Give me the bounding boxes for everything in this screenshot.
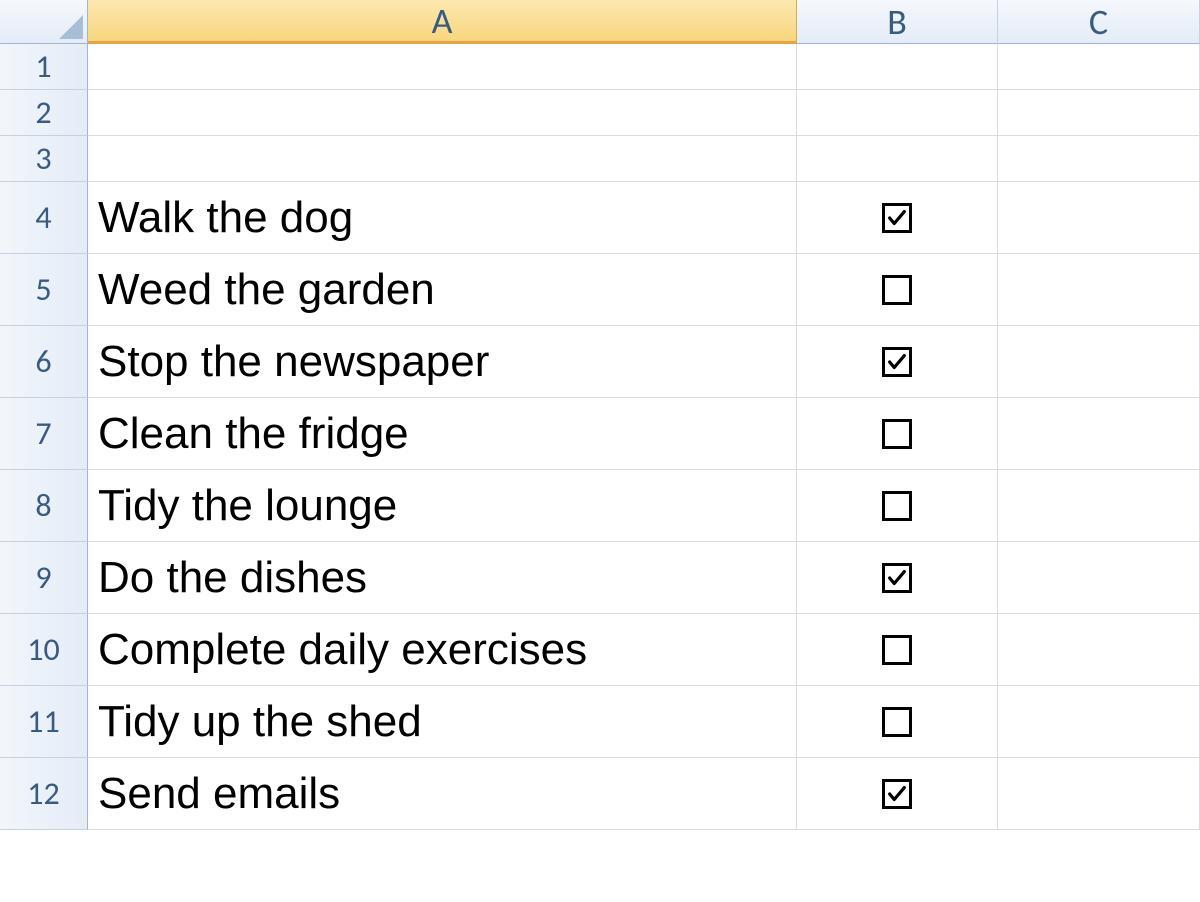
cell-b8[interactable] xyxy=(797,470,998,542)
cell-c8[interactable] xyxy=(998,470,1200,542)
cell-b7[interactable] xyxy=(797,398,998,470)
cell-c4[interactable] xyxy=(998,182,1200,254)
row-header-9[interactable]: 9 xyxy=(0,542,88,614)
cell-a10[interactable]: Complete daily exercises xyxy=(88,614,797,686)
table-row: 2 xyxy=(0,90,1200,136)
checkbox-row-9[interactable] xyxy=(882,563,912,593)
row-header-6[interactable]: 6 xyxy=(0,326,88,398)
row-header-4[interactable]: 4 xyxy=(0,182,88,254)
cell-c9[interactable] xyxy=(998,542,1200,614)
cell-a6[interactable]: Stop the newspaper xyxy=(88,326,797,398)
select-all-corner[interactable] xyxy=(0,0,88,44)
row-header-12[interactable]: 12 xyxy=(0,758,88,830)
table-row: 9Do the dishes xyxy=(0,542,1200,614)
table-row: 1 xyxy=(0,44,1200,90)
cell-c2[interactable] xyxy=(998,90,1200,136)
cell-b6[interactable] xyxy=(797,326,998,398)
cell-c7[interactable] xyxy=(998,398,1200,470)
cell-c11[interactable] xyxy=(998,686,1200,758)
row-header-10[interactable]: 10 xyxy=(0,614,88,686)
column-header-c[interactable]: C xyxy=(998,0,1200,44)
cell-c1[interactable] xyxy=(998,44,1200,90)
cell-b11[interactable] xyxy=(797,686,998,758)
cell-b2[interactable] xyxy=(797,90,998,136)
column-header-row: A B C xyxy=(0,0,1200,44)
cell-b9[interactable] xyxy=(797,542,998,614)
checkbox-row-5[interactable] xyxy=(882,275,912,305)
row-header-11[interactable]: 11 xyxy=(0,686,88,758)
table-row: 12Send emails xyxy=(0,758,1200,830)
checkbox-row-10[interactable] xyxy=(882,635,912,665)
cell-c5[interactable] xyxy=(998,254,1200,326)
table-row: 7Clean the fridge xyxy=(0,398,1200,470)
table-row: 8Tidy the lounge xyxy=(0,470,1200,542)
table-row: 3 xyxy=(0,136,1200,182)
cell-a5[interactable]: Weed the garden xyxy=(88,254,797,326)
row-header-8[interactable]: 8 xyxy=(0,470,88,542)
cell-a12[interactable]: Send emails xyxy=(88,758,797,830)
checkbox-row-4[interactable] xyxy=(882,203,912,233)
cell-a2[interactable] xyxy=(88,90,797,136)
cell-c10[interactable] xyxy=(998,614,1200,686)
cell-a7[interactable]: Clean the fridge xyxy=(88,398,797,470)
checkbox-row-11[interactable] xyxy=(882,707,912,737)
table-row: 4Walk the dog xyxy=(0,182,1200,254)
row-header-7[interactable]: 7 xyxy=(0,398,88,470)
cell-a9[interactable]: Do the dishes xyxy=(88,542,797,614)
cell-b4[interactable] xyxy=(797,182,998,254)
cell-c6[interactable] xyxy=(998,326,1200,398)
column-header-a[interactable]: A xyxy=(88,0,797,44)
cell-a3[interactable] xyxy=(88,136,797,182)
cell-a11[interactable]: Tidy up the shed xyxy=(88,686,797,758)
cell-b5[interactable] xyxy=(797,254,998,326)
cell-b12[interactable] xyxy=(797,758,998,830)
cell-b1[interactable] xyxy=(797,44,998,90)
row-header-3[interactable]: 3 xyxy=(0,136,88,182)
checkbox-row-6[interactable] xyxy=(882,347,912,377)
cell-a8[interactable]: Tidy the lounge xyxy=(88,470,797,542)
row-header-5[interactable]: 5 xyxy=(0,254,88,326)
checkbox-row-8[interactable] xyxy=(882,491,912,521)
cell-c12[interactable] xyxy=(998,758,1200,830)
table-row: 5Weed the garden xyxy=(0,254,1200,326)
row-header-2[interactable]: 2 xyxy=(0,90,88,136)
cell-c3[interactable] xyxy=(998,136,1200,182)
table-row: 6Stop the newspaper xyxy=(0,326,1200,398)
column-header-b[interactable]: B xyxy=(797,0,998,44)
checkbox-row-7[interactable] xyxy=(882,419,912,449)
cell-b3[interactable] xyxy=(797,136,998,182)
checkbox-row-12[interactable] xyxy=(882,779,912,809)
cell-a4[interactable]: Walk the dog xyxy=(88,182,797,254)
spreadsheet-grid: A B C 1234Walk the dog5Weed the garden6S… xyxy=(0,0,1200,902)
cell-b10[interactable] xyxy=(797,614,998,686)
row-header-1[interactable]: 1 xyxy=(0,44,88,90)
table-row: 11Tidy up the shed xyxy=(0,686,1200,758)
cell-a1[interactable] xyxy=(88,44,797,90)
table-row: 10Complete daily exercises xyxy=(0,614,1200,686)
